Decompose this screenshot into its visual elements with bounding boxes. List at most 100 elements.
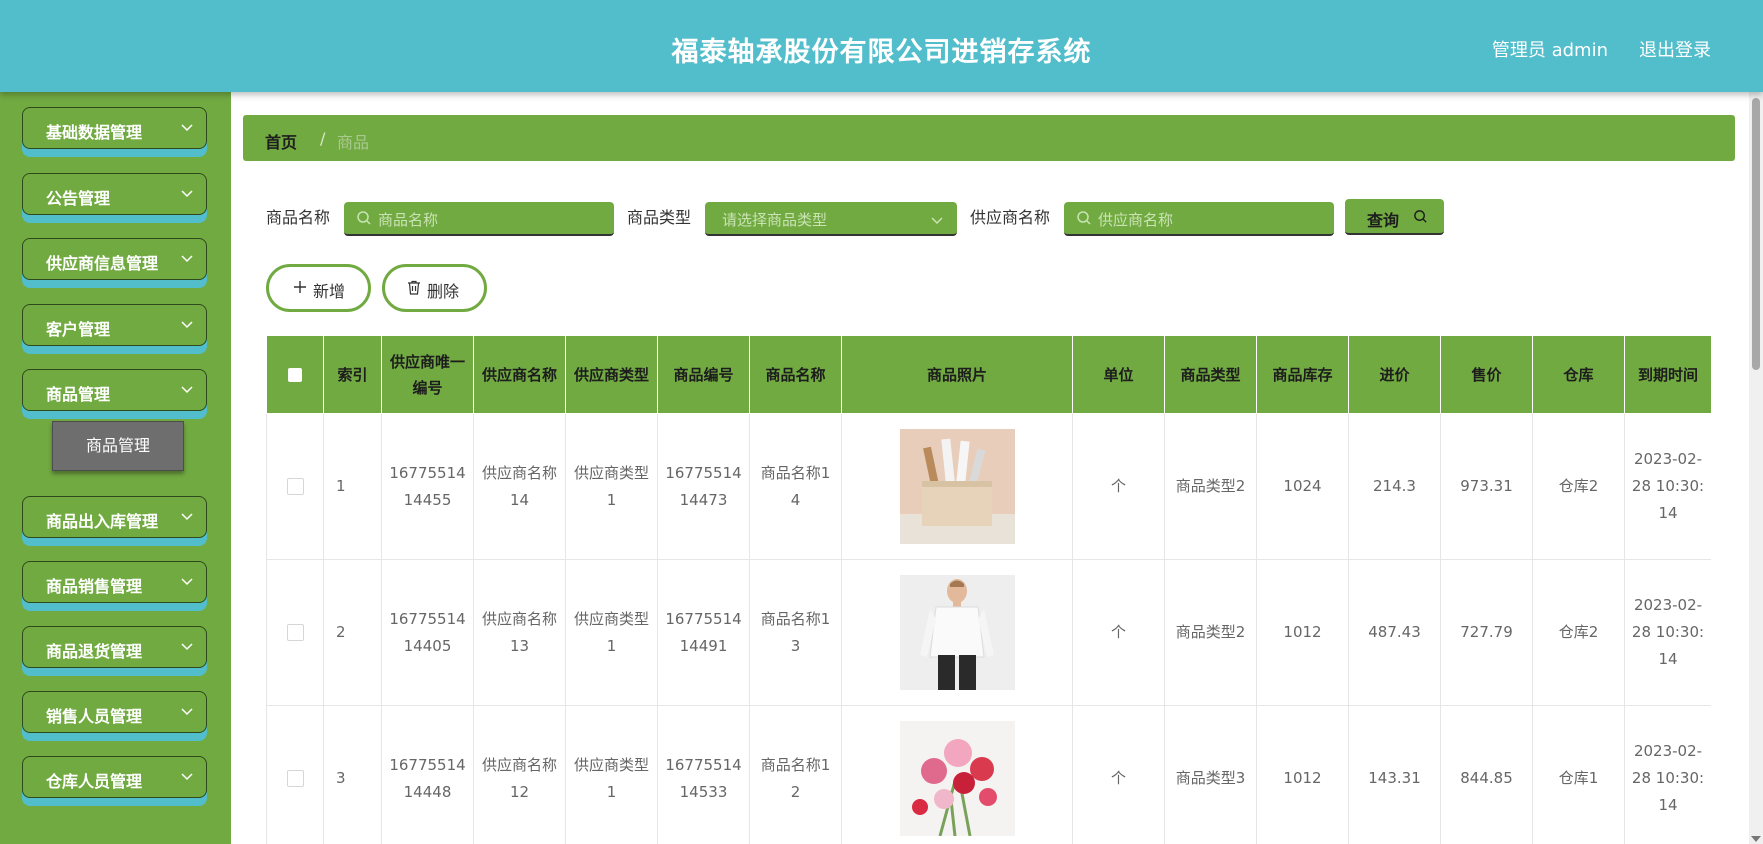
breadcrumb: 首页 / 商品 xyxy=(243,115,1735,161)
sidebar-item-label: 商品退货管理 xyxy=(46,642,143,661)
row-checkbox[interactable] xyxy=(286,478,304,495)
cell-stock: 1012 xyxy=(1256,705,1349,844)
cell-goods-type: 商品类型2 xyxy=(1164,559,1257,706)
delete-button-label: 删除 xyxy=(427,282,460,301)
cell-cost: 487.43 xyxy=(1348,559,1441,706)
add-button[interactable]: 新增 xyxy=(266,264,371,312)
cell-warehouse: 仓库2 xyxy=(1532,413,1625,560)
select-all-checkbox[interactable] xyxy=(288,368,302,382)
sidebar-item-label: 基础数据管理 xyxy=(46,123,143,142)
cell-expire: 2023-02-28 10:30:14 xyxy=(1624,705,1711,844)
goods-type-label: 商品类型 xyxy=(627,208,692,227)
cell-goods-id: 1677551414533 xyxy=(657,705,750,844)
cell-stock: 1012 xyxy=(1256,559,1349,706)
cell-supplier-name: 供应商名称14 xyxy=(473,413,566,560)
supplier-name-input[interactable]: 供应商名称 xyxy=(1064,202,1334,236)
cell-warehouse: 仓库2 xyxy=(1532,559,1625,706)
cell-photo xyxy=(841,559,1073,706)
sidebar-item-label: 商品管理 xyxy=(46,385,111,404)
breadcrumb-separator: / xyxy=(320,129,326,148)
sidebar-item-announcements[interactable]: 公告管理 xyxy=(22,173,207,223)
cell-expire: 2023-02-28 10:30:14 xyxy=(1624,413,1711,560)
goods-table: 索引 供应商唯一编号 供应商名称 供应商类型 商品编号 商品名称 商品照片 单位… xyxy=(266,335,1711,844)
chevron-down-icon xyxy=(181,708,193,716)
sidebar-item-label: 客户管理 xyxy=(46,320,111,339)
cell-supplier-type: 供应商类型1 xyxy=(565,413,658,560)
page-scrollbar[interactable] xyxy=(1749,92,1763,844)
table-row: 3 1677551414448 供应商名称12 供应商类型1 167755141… xyxy=(266,705,1711,844)
sidebar-item-basic-data[interactable]: 基础数据管理 xyxy=(22,107,207,157)
cell-supplier-id: 1677551414455 xyxy=(381,413,474,560)
sidebar-item-label: 商品销售管理 xyxy=(46,577,143,596)
chevron-down-icon xyxy=(181,773,193,781)
sidebar-item-salespeople[interactable]: 销售人员管理 xyxy=(22,691,207,741)
sidebar-item-label: 供应商信息管理 xyxy=(46,254,159,273)
goods-photo-flowers[interactable] xyxy=(899,721,1015,836)
cell-index: 1 xyxy=(323,413,382,560)
search-icon xyxy=(357,211,371,225)
cell-supplier-id: 1677551414448 xyxy=(381,705,474,844)
column-header: 供应商名称 xyxy=(473,335,566,414)
cell-photo xyxy=(841,705,1073,844)
supplier-name-placeholder: 供应商名称 xyxy=(1098,211,1174,229)
sidebar-item-stock-in-out[interactable]: 商品出入库管理 xyxy=(22,496,207,546)
table-row: 1 1677551414455 供应商名称14 供应商类型1 167755141… xyxy=(266,413,1711,560)
cell-supplier-name: 供应商名称12 xyxy=(473,705,566,844)
breadcrumb-home[interactable]: 首页 xyxy=(265,129,297,153)
submenu-item-goods[interactable]: 商品管理 xyxy=(52,421,184,471)
row-checkbox[interactable] xyxy=(286,624,304,641)
sidebar-item-suppliers[interactable]: 供应商信息管理 xyxy=(22,238,207,288)
column-header: 商品名称 xyxy=(749,335,842,414)
goods-photo-pens[interactable] xyxy=(899,429,1015,544)
goods-name-label: 商品名称 xyxy=(266,208,331,227)
column-header: 售价 xyxy=(1440,335,1533,414)
column-header: 商品照片 xyxy=(841,335,1073,414)
chevron-down-icon xyxy=(931,217,943,225)
cell-supplier-name: 供应商名称13 xyxy=(473,559,566,706)
sidebar-item-label: 仓库人员管理 xyxy=(46,772,143,791)
row-select-cell xyxy=(266,413,324,560)
top-header: 福泰轴承股份有限公司进销存系统 管理员 admin 退出登录 xyxy=(0,0,1763,92)
column-header: 供应商唯一编号 xyxy=(381,335,474,414)
supplier-name-label: 供应商名称 xyxy=(970,208,1051,227)
chevron-down-icon xyxy=(181,321,193,329)
table-header-row: 索引 供应商唯一编号 供应商名称 供应商类型 商品编号 商品名称 商品照片 单位… xyxy=(266,335,1711,414)
row-select-cell xyxy=(266,705,324,844)
cell-unit: 个 xyxy=(1072,559,1165,706)
cell-supplier-type: 供应商类型1 xyxy=(565,705,658,844)
goods-type-placeholder: 请选择商品类型 xyxy=(722,211,828,229)
query-button[interactable]: 查询 xyxy=(1345,199,1444,235)
logout-link[interactable]: 退出登录 xyxy=(1639,36,1711,62)
goods-photo-shirt[interactable] xyxy=(899,575,1015,690)
search-icon xyxy=(1077,211,1091,225)
goods-type-select[interactable]: 请选择商品类型 xyxy=(705,202,957,236)
cell-goods-id: 1677551414473 xyxy=(657,413,750,560)
query-button-label: 查询 xyxy=(1367,211,1400,230)
goods-name-placeholder: 商品名称 xyxy=(378,211,439,229)
cell-warehouse: 仓库1 xyxy=(1532,705,1625,844)
row-select-cell xyxy=(266,559,324,706)
sidebar-item-warehouse-staff[interactable]: 仓库人员管理 xyxy=(22,756,207,806)
cell-price: 844.85 xyxy=(1440,705,1533,844)
sidebar-item-goods[interactable]: 商品管理 xyxy=(22,369,207,419)
row-checkbox[interactable] xyxy=(286,770,304,787)
cell-unit: 个 xyxy=(1072,705,1165,844)
delete-button[interactable]: 删除 xyxy=(382,264,487,312)
scrollbar-thumb[interactable] xyxy=(1752,98,1760,370)
chevron-down-icon xyxy=(181,643,193,651)
table-row: 2 1677551414405 供应商名称13 供应商类型1 167755141… xyxy=(266,559,1711,706)
cell-cost: 214.3 xyxy=(1348,413,1441,560)
scroll-down-icon[interactable] xyxy=(1751,836,1761,842)
chevron-down-icon xyxy=(181,578,193,586)
column-header: 到期时间 xyxy=(1624,335,1711,414)
goods-name-input[interactable]: 商品名称 xyxy=(344,202,614,236)
column-header: 商品库存 xyxy=(1256,335,1349,414)
column-header: 单位 xyxy=(1072,335,1165,414)
sidebar-item-customers[interactable]: 客户管理 xyxy=(22,304,207,354)
sidebar-item-label: 商品出入库管理 xyxy=(46,512,159,531)
column-header: 进价 xyxy=(1348,335,1441,414)
current-user: 管理员 admin xyxy=(1491,40,1608,61)
sidebar-item-returns[interactable]: 商品退货管理 xyxy=(22,626,207,676)
sidebar-item-sales[interactable]: 商品销售管理 xyxy=(22,561,207,611)
goods-table-container: 索引 供应商唯一编号 供应商名称 供应商类型 商品编号 商品名称 商品照片 单位… xyxy=(266,335,1711,844)
